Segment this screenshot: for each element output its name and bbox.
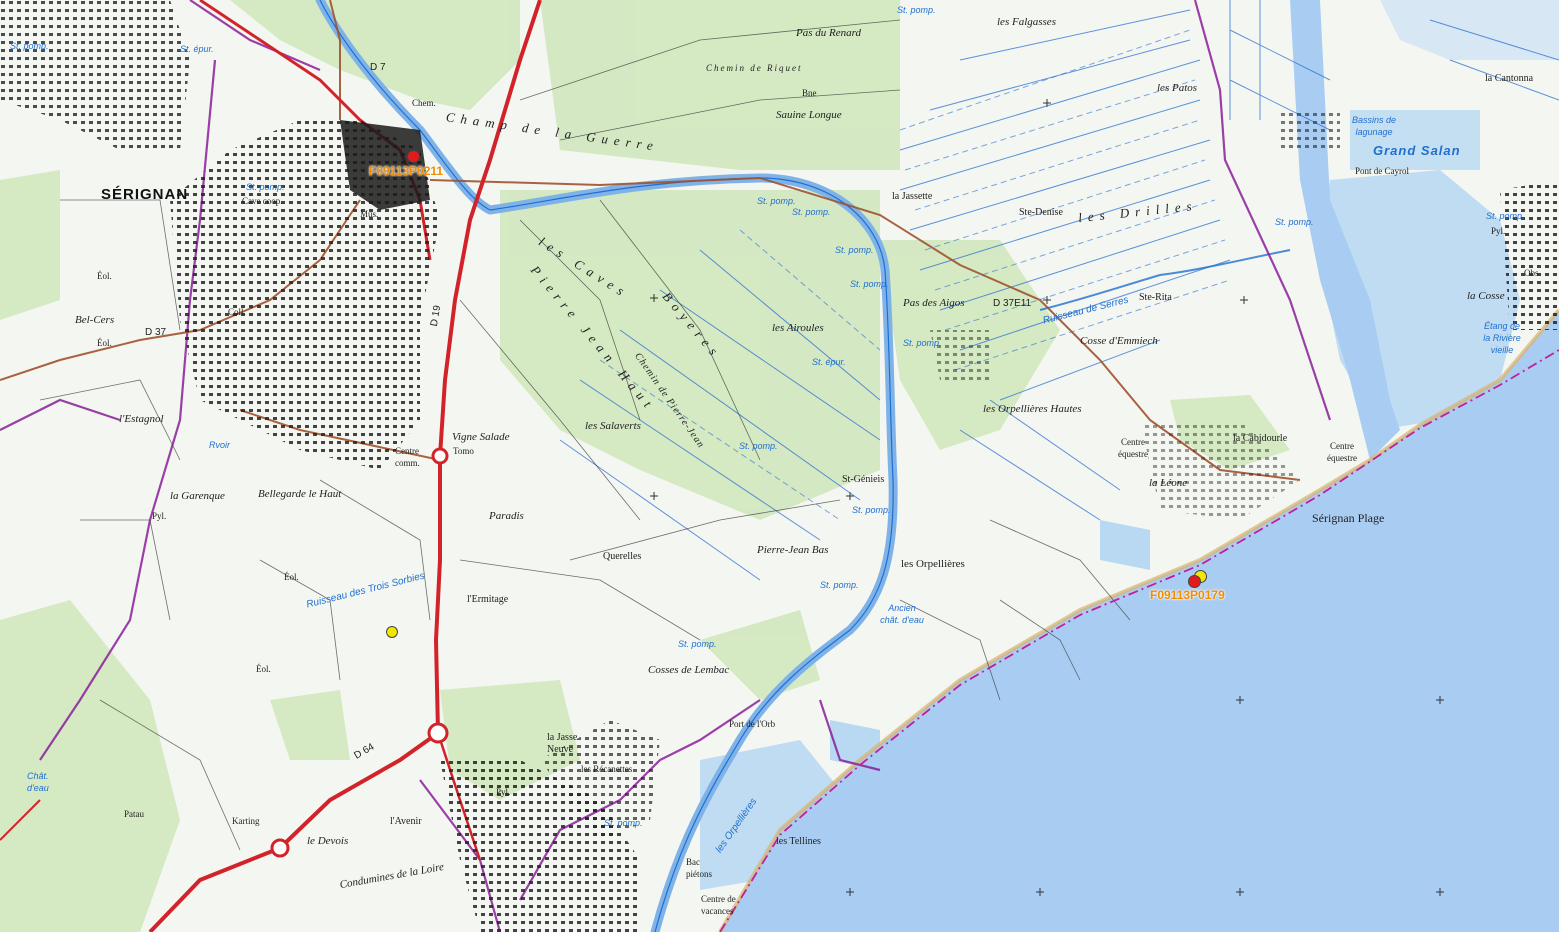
label-pyl-1: Pyl. — [152, 511, 167, 521]
label-st-epur-1: St. épur. — [180, 44, 214, 54]
map-layer — [0, 0, 1559, 932]
label-etang-riviere-vieille: Étang de la Rivière vieille — [1483, 321, 1521, 355]
label-centre-equestre: Centre équestre — [1118, 437, 1148, 459]
label-chemin-de-riquet: Chemin de Riquet — [706, 63, 803, 73]
label-bac-pietons: Bac piétons — [686, 857, 712, 879]
label-patau: Patau — [124, 809, 144, 819]
label-serignan-plage: Sérignan Plage — [1312, 511, 1385, 525]
label-pont-de-cayrol: Pont de Cayrol — [1355, 166, 1409, 176]
label-ste-rita: Ste-Rita — [1139, 292, 1172, 303]
label-la-cantonnade: la Cantonna — [1485, 73, 1534, 84]
label-bassins-de-lagunage: Bassins de lagunage — [1351, 115, 1397, 137]
label-coll: Coll. — [228, 307, 246, 317]
label-eol-4: Éol. — [256, 664, 271, 674]
label-eol-3: Éol. — [284, 572, 299, 582]
label-les-orpellieres-hautes: les Orpellières Hautes — [983, 403, 1082, 415]
label-grand-salan: Grand Salan — [1373, 143, 1461, 158]
label-eol-2: Éol. — [97, 338, 112, 348]
label-les-airoules: les Airoules — [772, 322, 824, 334]
label-st-pomp-6: St. pomp. — [850, 279, 889, 289]
label-karting: Karting — [232, 816, 260, 826]
label-cave-coop: Cave coop. — [242, 196, 283, 206]
label-la-cabidourle: la Cabidourle — [1233, 433, 1288, 444]
label-d37: D 37 — [145, 327, 167, 338]
label-pas-du-renard: Pas du Renard — [796, 27, 861, 39]
label-st-pomp-14: St. pomp. — [897, 5, 936, 15]
label-st-pomp-7: St. pomp. — [739, 441, 778, 451]
label-chem: Chem. — [412, 98, 436, 108]
label-la-garenque: la Garenque — [170, 490, 225, 502]
ref-label-F09113P0211[interactable]: F09113P0211 — [369, 164, 443, 178]
label-obs: Obs — [1524, 268, 1539, 278]
label-st-genieis: St-Génieis — [842, 474, 885, 485]
ref-label-F09113P0179[interactable]: F09113P0179 — [1150, 588, 1225, 602]
label-bel-cers: Bel-Cers — [75, 314, 115, 326]
label-port-de-lorb: Port de l'Orb — [729, 719, 776, 729]
label-querelles: Querelles — [603, 551, 642, 562]
label-la-leone: la Léone — [1149, 477, 1188, 489]
label-chateau-deau: Chât. d'eau — [27, 771, 49, 793]
label-les-patos: les Patos — [1157, 82, 1198, 94]
label-eol-1: Éol. — [97, 271, 112, 281]
label-les-orpellieres: les Orpellières — [901, 558, 965, 570]
label-cosses-de-lembac: Cosses de Lembac — [648, 664, 730, 676]
label-cosse-demmiech: Cosse d'Emmiech — [1080, 335, 1158, 347]
label-mus: Mus. — [360, 209, 379, 219]
label-st-pomp-10: St. pomp. — [678, 639, 717, 649]
label-la-jassette: la Jassette — [892, 191, 933, 202]
label-vigne-salade: Vigne Salade — [452, 431, 510, 443]
label-paradis: Paradis — [489, 510, 524, 522]
marker-red-F09113P0211[interactable] — [407, 150, 420, 163]
label-pierre-jean-bas: Pierre-Jean Bas — [757, 544, 829, 556]
label-lermitage: l'Ermitage — [467, 594, 509, 605]
label-st-pomp-9: St. pomp. — [820, 580, 859, 590]
label-le-devois: le Devois — [307, 835, 349, 847]
label-les-salaverts: les Salaverts — [585, 420, 641, 432]
label-les-recanettes: les Récanettes — [581, 764, 633, 774]
label-d7: D 7 — [370, 62, 386, 73]
label-sauine-longue: Sauine Longue — [776, 109, 842, 121]
label-ancien-chat-deau: Ancien chât. d'eau — [880, 603, 924, 625]
label-st-pomp-12: St. pomp. — [1275, 217, 1314, 227]
label-bne: Bne — [802, 88, 817, 98]
label-st-epur-2: St. épur. — [812, 357, 846, 367]
label-pyl-3: Pyl. — [1491, 226, 1506, 236]
label-rvoir: Rvoir — [209, 440, 231, 450]
label-centre-equestre-2: Centre équestre — [1327, 441, 1357, 463]
label-bellegarde-le-haut: Bellegarde le Haut — [258, 488, 342, 500]
label-centre-comm: Centre comm. — [395, 446, 420, 468]
label-st-pomp-11: St. pomp. — [903, 338, 942, 348]
label-st-pomp-5: St. pomp. — [835, 245, 874, 255]
label-st-pomp-15: St. pomp. — [604, 818, 643, 828]
label-serignan: SÉRIGNAN — [101, 186, 189, 203]
label-st-pomp-8: St. pomp. — [852, 505, 891, 515]
label-st-pomp-3: St. pomp. — [757, 196, 796, 206]
label-centre-de-vacances: Centre de vacances — [701, 894, 736, 916]
label-la-jasse-neuve: la Jasse Neuve — [547, 732, 578, 755]
label-tomo: Tomo — [453, 446, 474, 456]
label-les-tellines: les Tellines — [776, 836, 821, 847]
label-lestagnol: l'Estagnol — [119, 413, 164, 425]
topographic-map[interactable]: SÉRIGNAN Sérignan Plage Pas du Renard Ch… — [0, 0, 1559, 932]
label-les-falgasses: les Falgasses — [997, 16, 1056, 28]
label-pyl-2: Pyl. — [496, 787, 511, 797]
marker-red-F09113P0179[interactable] — [1188, 575, 1201, 588]
marker-yellow-1[interactable] — [386, 626, 398, 638]
label-pas-des-aigos: Pas des Aigos — [903, 297, 965, 309]
label-st-pomp-2: St. pomp. — [246, 182, 285, 192]
label-st-pomp-1: St. pomp. — [10, 41, 49, 51]
label-st-pomp-13: St. pomp. — [1486, 211, 1525, 221]
label-ste-denise: Ste-Denise — [1019, 207, 1063, 218]
label-la-cosse: la Cosse — [1467, 290, 1505, 302]
label-st-pomp-4: St. pomp. — [792, 207, 831, 217]
label-lavenir: l'Avenir — [390, 816, 422, 827]
label-d37e11: D 37E11 — [993, 298, 1032, 309]
